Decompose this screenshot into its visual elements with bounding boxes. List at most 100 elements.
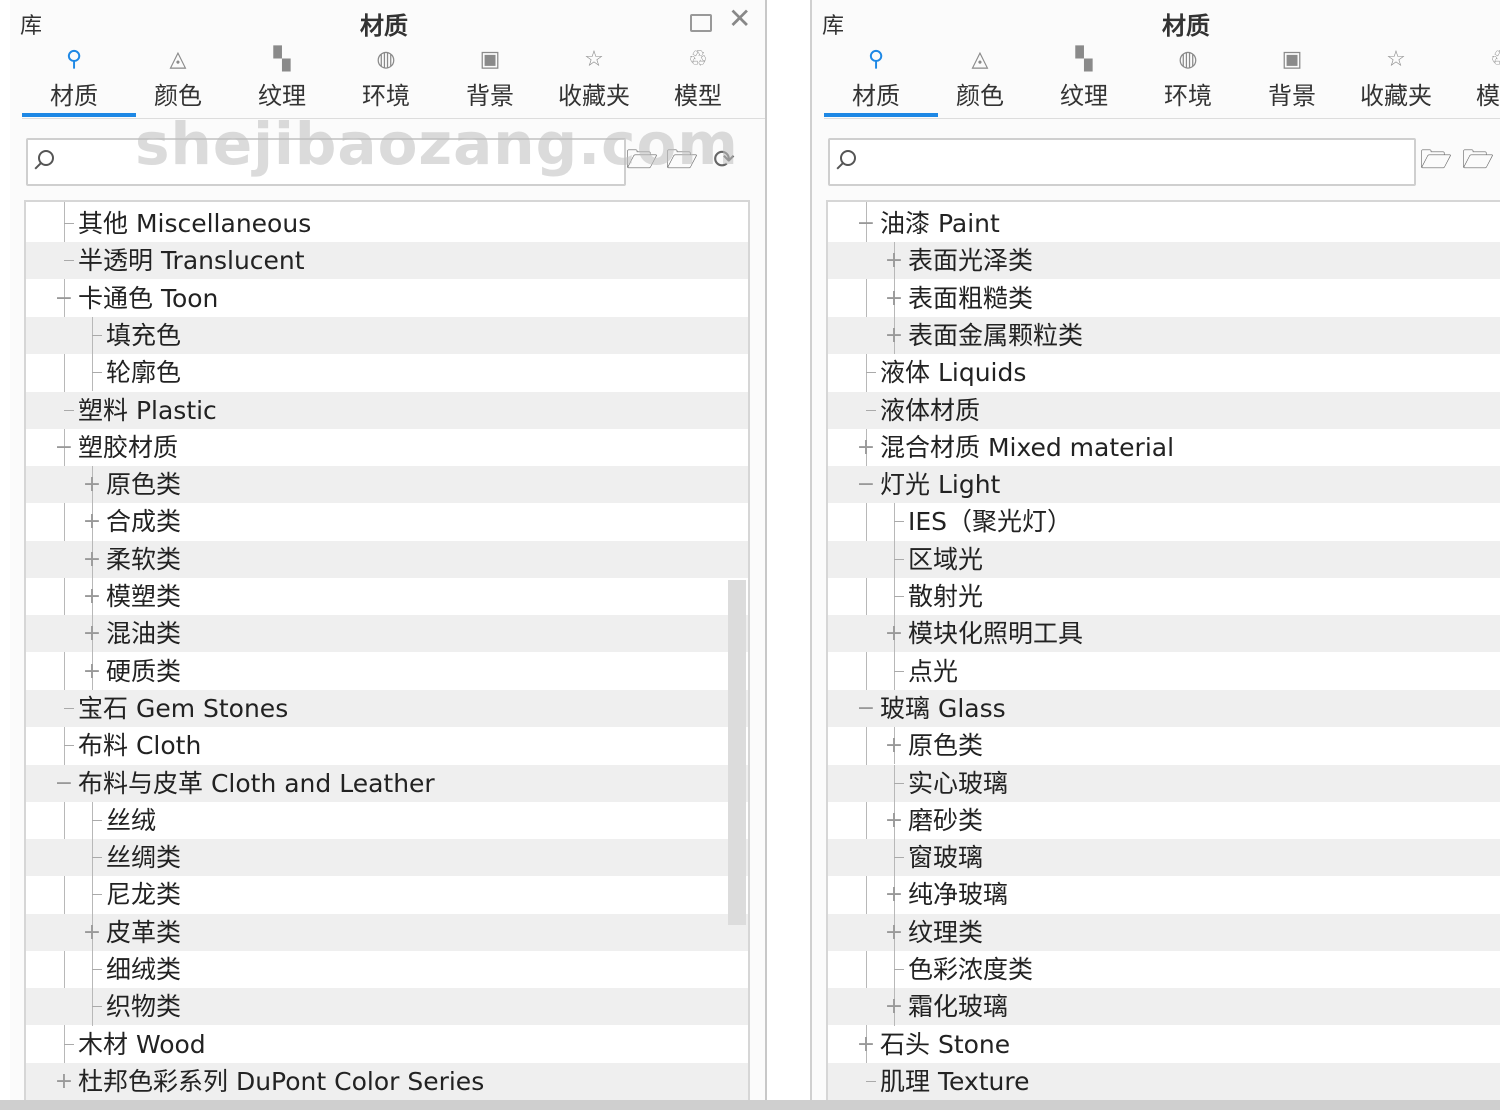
expand-icon[interactable]: + bbox=[856, 1026, 876, 1063]
expand-icon[interactable]: + bbox=[884, 802, 904, 839]
collapse-icon[interactable]: − bbox=[856, 466, 876, 503]
expand-icon[interactable]: + bbox=[856, 429, 876, 466]
tree-row[interactable]: 填充色 bbox=[26, 316, 748, 355]
tab-1[interactable]: ◬ 颜色 bbox=[126, 48, 230, 114]
tree-row[interactable]: + 纯净玻璃 bbox=[828, 876, 1500, 914]
expand-icon[interactable]: + bbox=[82, 541, 102, 578]
expand-icon[interactable]: + bbox=[82, 615, 102, 652]
expand-icon[interactable]: + bbox=[884, 914, 904, 951]
tab-4[interactable]: ▣ 背景 bbox=[438, 48, 542, 114]
tab-5[interactable]: ☆ 收藏夹 bbox=[1344, 48, 1448, 114]
search-input[interactable] bbox=[68, 144, 618, 178]
save-folder-icon[interactable]: 🗁 bbox=[664, 142, 700, 178]
tree-row[interactable]: 窗玻璃 bbox=[828, 839, 1500, 877]
tree-row[interactable]: 色彩浓度类 bbox=[828, 951, 1500, 989]
tree-row[interactable]: − 卡通色 Toon bbox=[26, 280, 748, 317]
tree-row[interactable]: 区域光 bbox=[828, 540, 1500, 578]
tree-row[interactable]: 点光 bbox=[828, 652, 1500, 690]
tree-row[interactable]: 液体材质 bbox=[828, 391, 1500, 429]
tree-row[interactable]: 轮廓色 bbox=[26, 354, 748, 392]
tab-0[interactable]: ⚲ 材质 bbox=[824, 48, 928, 114]
expand-icon[interactable]: + bbox=[884, 242, 904, 279]
tree-connector bbox=[894, 521, 904, 523]
tab-0[interactable]: ⚲ 材质 bbox=[22, 48, 126, 114]
tab-2[interactable]: ▚ 纹理 bbox=[230, 48, 334, 114]
open-folder-icon[interactable]: 🗁 bbox=[624, 142, 660, 178]
tree-row[interactable]: 实心玻璃 bbox=[828, 764, 1500, 802]
expand-icon[interactable]: + bbox=[82, 653, 102, 690]
tab-1[interactable]: ◬ 颜色 bbox=[928, 48, 1032, 114]
tab-2[interactable]: ▚ 纹理 bbox=[1032, 48, 1136, 114]
collapse-icon[interactable]: − bbox=[54, 765, 74, 802]
tab-4[interactable]: ▣ 背景 bbox=[1240, 48, 1344, 114]
expand-icon[interactable]: + bbox=[82, 503, 102, 540]
collapse-icon[interactable]: − bbox=[54, 280, 74, 317]
tree-row[interactable]: + 皮革类 bbox=[26, 913, 748, 951]
close-icon[interactable]: ✕ bbox=[728, 2, 751, 35]
tree-row[interactable]: 液体 Liquids bbox=[828, 354, 1500, 391]
tree-row[interactable]: IES（聚光灯） bbox=[828, 503, 1500, 541]
tree-row[interactable]: + 混油类 bbox=[26, 615, 748, 653]
tree-row[interactable]: + 原色类 bbox=[26, 466, 748, 504]
collapse-icon[interactable]: − bbox=[856, 690, 876, 727]
collapse-icon[interactable]: − bbox=[856, 205, 876, 242]
expand-icon[interactable]: + bbox=[884, 280, 904, 317]
collapse-icon[interactable]: − bbox=[54, 429, 74, 466]
tree-row[interactable]: − 塑胶材质 bbox=[26, 429, 748, 466]
tree-row[interactable]: + 混合材质 Mixed material bbox=[828, 429, 1500, 466]
tree-row[interactable]: 丝绒 bbox=[26, 801, 748, 840]
tree-row[interactable]: 织物类 bbox=[26, 988, 748, 1026]
tab-5[interactable]: ☆ 收藏夹 bbox=[542, 48, 646, 114]
tree-row[interactable]: 半透明 Translucent bbox=[26, 242, 748, 280]
search-box[interactable] bbox=[26, 138, 626, 186]
expand-icon[interactable]: + bbox=[54, 1063, 74, 1100]
tree-row[interactable]: + 模塑类 bbox=[26, 578, 748, 616]
tree-row[interactable]: 尼龙类 bbox=[26, 876, 748, 914]
tree-row[interactable]: + 霜化玻璃 bbox=[828, 988, 1500, 1026]
expand-icon[interactable]: + bbox=[884, 988, 904, 1025]
tree-row[interactable]: 肌理 Texture bbox=[828, 1062, 1500, 1100]
expand-icon[interactable]: + bbox=[884, 615, 904, 652]
tab-3[interactable]: ◍ 环境 bbox=[1136, 48, 1240, 114]
expand-icon[interactable]: + bbox=[82, 466, 102, 503]
restore-icon[interactable] bbox=[690, 14, 712, 32]
tree-row[interactable]: 散射光 bbox=[828, 578, 1500, 616]
tree-row[interactable]: + 表面粗糙类 bbox=[828, 279, 1500, 317]
save-folder-icon[interactable]: 🗁 bbox=[1460, 142, 1496, 178]
tree-row[interactable]: 宝石 Gem Stones bbox=[26, 689, 748, 727]
expand-icon[interactable]: + bbox=[884, 317, 904, 354]
tree-row[interactable]: 其他 Miscellaneous bbox=[26, 205, 748, 242]
tree-row[interactable]: 木材 Wood bbox=[26, 1026, 748, 1063]
tree-row[interactable]: + 磨砂类 bbox=[828, 801, 1500, 840]
tree-row[interactable]: − 灯光 Light bbox=[828, 466, 1500, 504]
tree-row[interactable]: 细绒类 bbox=[26, 951, 748, 989]
tree-row[interactable]: + 柔软类 bbox=[26, 540, 748, 578]
tab-3[interactable]: ◍ 环境 bbox=[334, 48, 438, 114]
tree-row[interactable]: − 油漆 Paint bbox=[828, 205, 1500, 242]
tree-scrollbar[interactable] bbox=[728, 580, 746, 925]
search-input[interactable] bbox=[870, 144, 1408, 178]
search-box[interactable] bbox=[828, 138, 1416, 186]
tree-row[interactable]: + 模块化照明工具 bbox=[828, 615, 1500, 653]
tree-row[interactable]: + 硬质类 bbox=[26, 652, 748, 690]
tree-row[interactable]: + 合成类 bbox=[26, 503, 748, 541]
expand-icon[interactable]: + bbox=[884, 727, 904, 764]
tree-row[interactable]: + 表面光泽类 bbox=[828, 242, 1500, 280]
tree-row[interactable]: + 石头 Stone bbox=[828, 1026, 1500, 1063]
refresh-icon[interactable]: ⟳ bbox=[706, 142, 742, 178]
tree-row[interactable]: + 表面金属颗粒类 bbox=[828, 316, 1500, 355]
tree-row[interactable]: + 原色类 bbox=[828, 727, 1500, 765]
tree-row[interactable]: 布料 Cloth bbox=[26, 727, 748, 764]
tree-row[interactable]: + 杜邦色彩系列 DuPont Color Series bbox=[26, 1062, 748, 1100]
tree-row[interactable]: − 玻璃 Glass bbox=[828, 689, 1500, 727]
tab-6[interactable]: ♲ 模型 bbox=[1448, 48, 1500, 114]
tree-row[interactable]: 塑料 Plastic bbox=[26, 391, 748, 429]
tree-row[interactable]: + 纹理类 bbox=[828, 913, 1500, 951]
expand-icon[interactable]: + bbox=[82, 578, 102, 615]
tab-6[interactable]: ♲ 模型 bbox=[646, 48, 750, 114]
open-folder-icon[interactable]: 🗁 bbox=[1418, 142, 1454, 178]
tree-row[interactable]: − 布料与皮革 Cloth and Leather bbox=[26, 764, 748, 802]
expand-icon[interactable]: + bbox=[884, 876, 904, 913]
tree-row[interactable]: 丝绸类 bbox=[26, 839, 748, 877]
expand-icon[interactable]: + bbox=[82, 914, 102, 951]
